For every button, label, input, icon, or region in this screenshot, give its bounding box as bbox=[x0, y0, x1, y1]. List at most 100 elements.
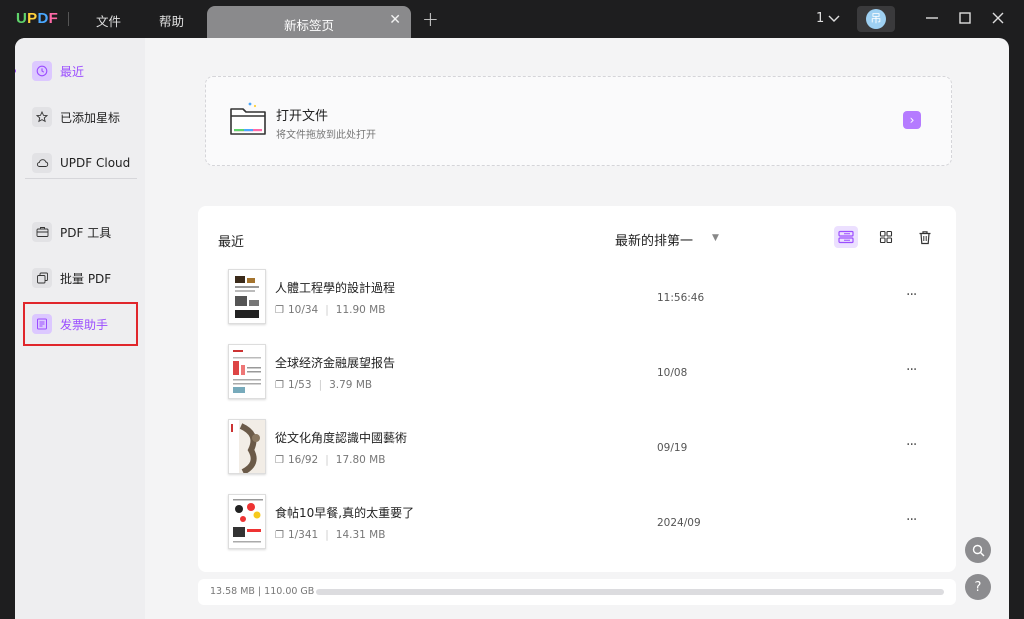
divider: | bbox=[325, 454, 329, 466]
logo-letter: D bbox=[37, 10, 49, 27]
recent-panel: 最近 最新的排第一 ▼ 人體工程學的設計過程 ❐ 10/34 | 11.90 M… bbox=[198, 206, 956, 572]
more-options-icon[interactable]: ··· bbox=[906, 512, 917, 528]
file-pages: 10/34 bbox=[287, 304, 319, 316]
tab-new[interactable]: 新标签页 ✕ bbox=[207, 6, 411, 38]
list-item[interactable]: 食帖10早餐,真的太重要了 ❐ 1/341 | 14.31 MB 2024/09… bbox=[228, 494, 928, 554]
recent-title: 最近 bbox=[218, 235, 245, 250]
sidebar-item-label: 批量 PDF bbox=[60, 271, 112, 286]
help-button[interactable]: ? bbox=[965, 574, 991, 600]
cloud-icon bbox=[32, 153, 52, 173]
file-pages: 1/53 bbox=[287, 379, 312, 391]
window-count[interactable]: 1 bbox=[816, 11, 824, 26]
pages-icon: ❐ bbox=[275, 529, 284, 541]
divider: | bbox=[325, 529, 329, 541]
list-view-icon bbox=[838, 230, 854, 244]
divider bbox=[68, 12, 69, 26]
more-options-icon[interactable]: ··· bbox=[906, 287, 917, 303]
active-indicator bbox=[15, 69, 16, 73]
sidebar-item-batch-pdf[interactable]: 批量 PDF bbox=[28, 262, 138, 294]
logo-letter: P bbox=[27, 10, 38, 27]
file-meta: ❐ 1/341 | 14.31 MB bbox=[275, 529, 385, 541]
file-size: 17.80 MB bbox=[335, 454, 386, 466]
more-options-icon[interactable]: ··· bbox=[906, 362, 917, 378]
add-tab-button[interactable]: + bbox=[422, 7, 439, 31]
file-name: 從文化角度認識中國藝術 bbox=[275, 431, 408, 445]
file-thumbnail bbox=[228, 344, 266, 399]
file-time: 11:56:46 bbox=[657, 292, 705, 304]
sidebar: 最近 已添加星标 UPDF Cloud PDF 工具 批量 PDF 发票助手 bbox=[15, 38, 145, 619]
updf-logo[interactable]: UPDF bbox=[16, 10, 58, 27]
menu-help[interactable]: 帮助 bbox=[159, 11, 184, 30]
open-file-subtitle: 将文件拖放到此处打开 bbox=[276, 130, 376, 141]
file-name: 人體工程學的設計過程 bbox=[275, 281, 396, 295]
maximize-icon[interactable] bbox=[955, 8, 975, 28]
trash-icon bbox=[919, 230, 931, 244]
sidebar-item-recent[interactable]: 最近 bbox=[28, 55, 138, 87]
grid-view-button[interactable] bbox=[874, 226, 898, 248]
file-size: 14.31 MB bbox=[335, 529, 386, 541]
close-window-icon[interactable] bbox=[988, 8, 1008, 28]
more-options-icon[interactable]: ··· bbox=[906, 437, 917, 453]
file-thumbnail bbox=[228, 269, 266, 324]
sidebar-item-label: PDF 工具 bbox=[60, 225, 112, 240]
highlight-box bbox=[23, 302, 138, 346]
file-name: 食帖10早餐,真的太重要了 bbox=[275, 506, 415, 520]
file-size: 11.90 MB bbox=[335, 304, 386, 316]
chevron-down-icon[interactable] bbox=[828, 9, 840, 29]
divider: | bbox=[325, 304, 329, 316]
sidebar-item-label: UPDF Cloud bbox=[60, 156, 131, 170]
delete-button[interactable] bbox=[913, 226, 937, 248]
divider bbox=[25, 178, 137, 179]
file-time: 09/19 bbox=[657, 442, 688, 454]
menu-file[interactable]: 文件 bbox=[96, 11, 121, 30]
list-view-button[interactable] bbox=[834, 226, 858, 248]
file-thumbnail bbox=[228, 494, 266, 549]
storage-indicator: 13.58 MB | 110.00 GB bbox=[198, 579, 956, 605]
pages-icon: ❐ bbox=[275, 379, 284, 391]
main-window: 最近 已添加星标 UPDF Cloud PDF 工具 批量 PDF 发票助手 打… bbox=[15, 38, 1009, 619]
file-thumbnail bbox=[228, 419, 266, 474]
list-item[interactable]: 全球经济金融展望报告 ❐ 1/53 | 3.79 MB 10/08 ··· bbox=[228, 344, 928, 404]
caret-down-icon[interactable]: ▼ bbox=[712, 233, 719, 243]
batch-icon bbox=[32, 268, 52, 288]
close-icon[interactable]: ✕ bbox=[389, 12, 401, 28]
account-button[interactable]: 吊 bbox=[857, 6, 895, 32]
open-file-arrow-button[interactable]: › bbox=[903, 111, 921, 129]
folder-icon bbox=[230, 102, 266, 135]
pages-icon: ❐ bbox=[275, 454, 284, 466]
sidebar-item-starred[interactable]: 已添加星标 bbox=[28, 101, 138, 133]
grid-view-icon bbox=[879, 230, 893, 244]
tab-label: 新标签页 bbox=[283, 18, 334, 33]
search-button[interactable] bbox=[965, 537, 991, 563]
sidebar-item-cloud[interactable]: UPDF Cloud bbox=[28, 147, 138, 179]
sidebar-item-label: 已添加星标 bbox=[60, 110, 121, 125]
file-name: 全球经济金融展望报告 bbox=[275, 356, 396, 370]
sidebar-item-label: 最近 bbox=[60, 64, 85, 79]
storage-text: 13.58 MB | 110.00 GB bbox=[210, 586, 315, 597]
list-item[interactable]: 人體工程學的設計過程 ❐ 10/34 | 11.90 MB 11:56:46 ·… bbox=[228, 269, 928, 329]
pages-icon: ❐ bbox=[275, 304, 284, 316]
question-icon: ? bbox=[974, 579, 982, 595]
title-bar: UPDF 文件 帮助 新标签页 ✕ + 1 吊 bbox=[0, 0, 1024, 38]
logo-letter: F bbox=[48, 10, 59, 27]
sidebar-item-pdf-tools[interactable]: PDF 工具 bbox=[28, 216, 138, 248]
file-time: 2024/09 bbox=[657, 517, 701, 529]
file-meta: ❐ 10/34 | 11.90 MB bbox=[275, 304, 385, 316]
search-icon bbox=[972, 544, 984, 556]
file-time: 10/08 bbox=[657, 367, 688, 379]
logo-letter: U bbox=[16, 10, 28, 27]
file-meta: ❐ 1/53 | 3.79 MB bbox=[275, 379, 372, 391]
star-icon bbox=[32, 107, 52, 127]
sort-dropdown[interactable]: 最新的排第一 bbox=[615, 230, 693, 249]
avatar: 吊 bbox=[866, 9, 886, 29]
divider: | bbox=[318, 379, 323, 391]
file-size: 3.79 MB bbox=[329, 379, 373, 391]
minimize-icon[interactable] bbox=[922, 8, 942, 28]
list-item[interactable]: 從文化角度認識中國藝術 ❐ 16/92 | 17.80 MB 09/19 ··· bbox=[228, 419, 928, 479]
clock-icon bbox=[32, 61, 52, 81]
open-file-dropzone[interactable]: 打开文件 将文件拖放到此处打开 › bbox=[205, 76, 952, 166]
file-pages: 1/341 bbox=[287, 529, 319, 541]
toolbox-icon bbox=[32, 222, 52, 242]
file-pages: 16/92 bbox=[287, 454, 319, 466]
open-file-title: 打开文件 bbox=[276, 109, 329, 124]
